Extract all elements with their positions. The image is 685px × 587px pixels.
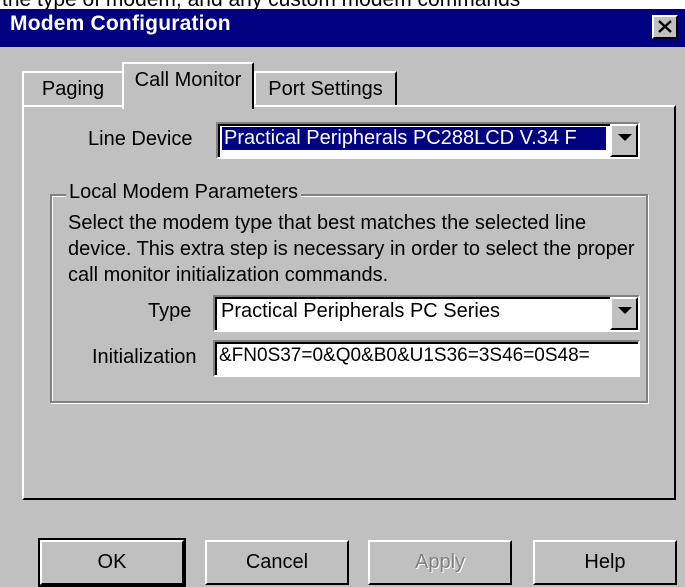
help-button[interactable]: Help <box>533 540 677 585</box>
window-title: Modem Configuration <box>10 12 231 35</box>
modem-configuration-dialog: Modem Configuration Paging Call Monitor … <box>0 9 685 587</box>
chevron-down-icon <box>618 307 632 314</box>
modem-type-select[interactable]: Practical Peripherals PC Series <box>213 295 640 332</box>
line-device-dropdown-button[interactable] <box>610 124 638 157</box>
modem-type-description: Select the modem type that best matches … <box>68 212 635 286</box>
initialization-value: &FN0S37=0&Q0&B0&U1S36=3S46=0S48= <box>219 345 590 366</box>
modem-type-dropdown-button[interactable] <box>610 297 638 330</box>
tab-call-monitor[interactable]: Call Monitor <box>122 62 254 109</box>
modem-type-value: Practical Peripherals PC Series <box>221 300 500 322</box>
tab-paging-label: Paging <box>41 78 105 100</box>
cancel-button[interactable]: Cancel <box>205 540 349 585</box>
tab-port-settings[interactable]: Port Settings <box>254 71 397 107</box>
cancel-button-label: Cancel <box>245 551 309 573</box>
line-device-value: Practical Peripherals PC288LCD V.34 F <box>222 127 606 150</box>
help-button-label: Help <box>584 551 626 573</box>
line-device-label: Line Device <box>88 128 193 150</box>
line-device-select[interactable]: Practical Peripherals PC288LCD V.34 F <box>216 122 640 159</box>
ok-button[interactable]: OK <box>38 538 186 587</box>
chevron-down-icon <box>618 134 632 141</box>
tab-paging[interactable]: Paging <box>22 71 124 107</box>
apply-button-label: Apply <box>414 551 466 573</box>
close-icon <box>658 20 672 33</box>
initialization-input[interactable]: &FN0S37=0&Q0&B0&U1S36=3S46=0S48= <box>213 340 640 377</box>
tab-port-settings-label: Port Settings <box>268 78 383 100</box>
type-label: Type <box>148 300 192 322</box>
ok-button-label: OK <box>97 551 127 573</box>
tab-call-monitor-label: Call Monitor <box>134 69 242 91</box>
caption-fragment: the type of modem, and any custom modem … <box>2 0 520 9</box>
close-button[interactable] <box>652 15 678 39</box>
background-caption-text: the type of modem, and any custom modem … <box>0 0 685 9</box>
title-bar[interactable]: Modem Configuration <box>0 9 685 47</box>
initialization-label: Initialization <box>92 346 197 368</box>
apply-button[interactable]: Apply <box>368 540 512 585</box>
group-title: Local Modem Parameters <box>66 181 301 204</box>
